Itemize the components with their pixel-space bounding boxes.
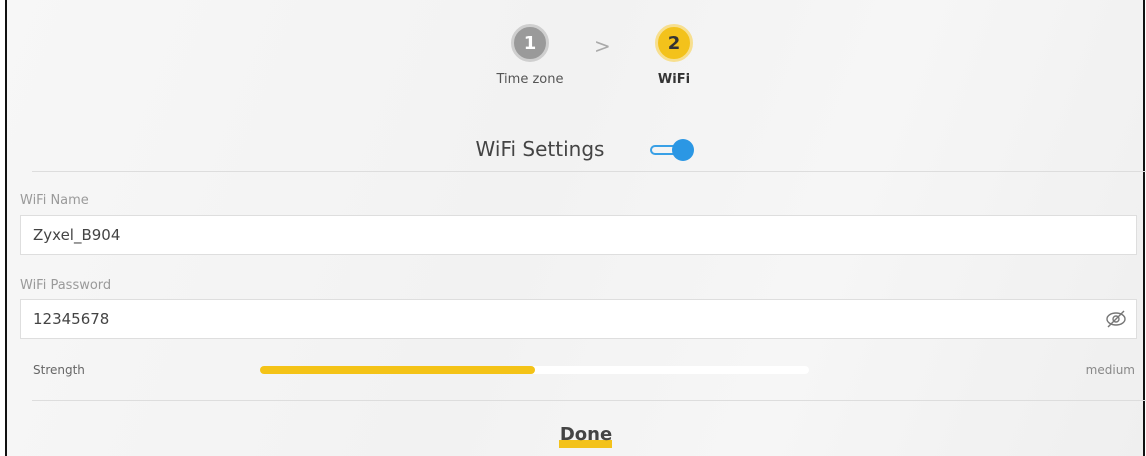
toggle-knob [672, 139, 694, 161]
strength-meter-fill [260, 366, 535, 374]
chevron-right-icon: > [594, 34, 611, 58]
eye-slash-icon[interactable] [1105, 310, 1127, 328]
strength-meter [260, 366, 809, 374]
step-wifi[interactable]: 2 WiFi [634, 24, 714, 87]
wifi-name-label: WiFi Name [20, 193, 89, 208]
wifi-password-label: WiFi Password [20, 278, 112, 293]
step-2-label: WiFi [657, 72, 691, 87]
step-time-zone[interactable]: 1 Time zone [485, 24, 575, 87]
step-1-circle: 1 [511, 24, 549, 62]
done-label: Done [559, 423, 613, 445]
wifi-password-input[interactable] [20, 299, 1137, 339]
done-button[interactable]: Done [536, 417, 636, 451]
strength-label: Strength [33, 363, 85, 377]
wifi-settings-label: WiFi Settings [475, 137, 605, 161]
wifi-settings-title: WiFi Settings [7, 137, 1143, 161]
divider [32, 400, 1146, 401]
step-2-number: 2 [667, 32, 681, 54]
step-1-label: Time zone [496, 72, 564, 87]
wizard-panel: 1 Time zone > 2 WiFi WiFi Settings WiFi … [5, 0, 1146, 456]
step-2-circle: 2 [655, 24, 693, 62]
step-1-number: 1 [523, 32, 537, 54]
strength-value: medium [1085, 363, 1135, 377]
wifi-password-field [20, 299, 1137, 339]
wifi-settings-toggle[interactable] [648, 139, 696, 161]
wifi-name-input[interactable] [20, 215, 1137, 255]
divider [32, 171, 1146, 172]
